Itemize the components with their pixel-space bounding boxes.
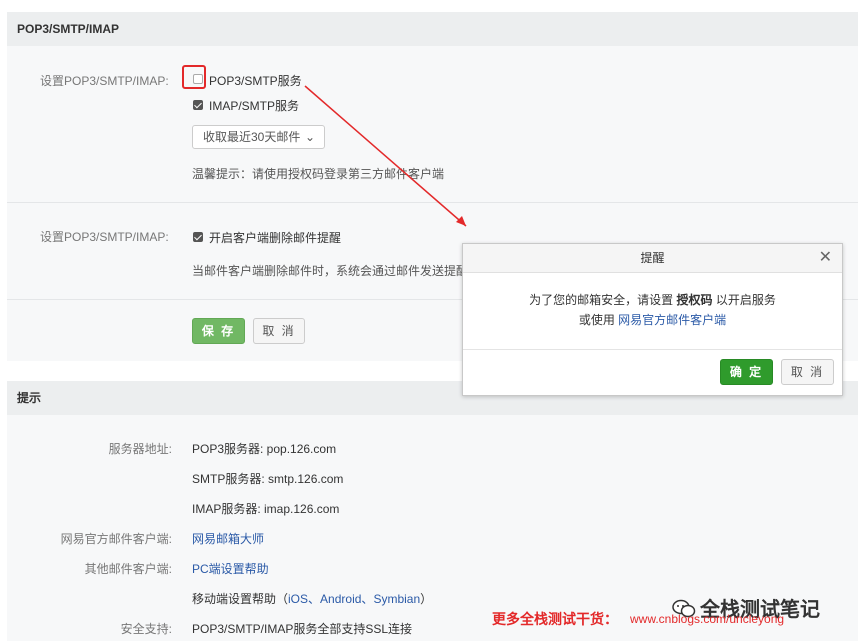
chevron-down-icon: ⌄: [304, 130, 315, 144]
pop-row1-label: 设置POP3/SMTP/IMAP:: [40, 74, 169, 88]
confirm-button[interactable]: 确 定: [720, 359, 773, 385]
annotation-highlight-box: [182, 65, 206, 89]
dialog-message: 为了您的邮箱安全，请设置 授权码 以开启服务 或使用 网易官方邮件客户端: [463, 290, 842, 330]
smtp-server: SMTP服务器: smtp.126.com: [192, 472, 344, 486]
dialog-header: 提醒 ✕: [463, 244, 842, 273]
dialog-line-2: 或使用 网易官方邮件客户端: [463, 310, 842, 330]
other-client-label: 其他邮件客户端:: [84, 562, 172, 576]
sync-range-select[interactable]: 收取最近30天邮件 ⌄: [192, 125, 325, 149]
dialog-divider: [463, 349, 842, 350]
dialog-title: 提醒: [640, 251, 665, 265]
official-client-label: 网易官方邮件客户端:: [60, 532, 172, 546]
section-divider: [7, 202, 858, 203]
mail-master-link[interactable]: 网易邮箱大师: [192, 530, 264, 547]
close-icon[interactable]: ✕: [819, 244, 832, 272]
symbian-link[interactable]: Symbian: [373, 592, 420, 606]
pc-setup-help-link[interactable]: PC端设置帮助: [192, 560, 269, 577]
pop-section-header: POP3/SMTP/IMAP: [7, 12, 858, 46]
dialog-line2-prefix: 或使用: [578, 313, 615, 327]
imap-smtp-option-label[interactable]: IMAP/SMTP服务: [209, 97, 299, 114]
mobile-setup-help: 移动端设置帮助（iOS、Android、Symbian）: [192, 590, 432, 607]
delete-reminder-description: 当邮件客户端删除邮件时，系统会通过邮件发送提醒: [192, 264, 462, 278]
cancel-button[interactable]: 取 消: [253, 318, 305, 344]
delete-reminder-label[interactable]: 开启客户端删除邮件提醒: [209, 229, 341, 246]
imap-server: IMAP服务器: imap.126.com: [192, 502, 340, 516]
separator: 、: [308, 592, 321, 606]
pop-smtp-option-label[interactable]: POP3/SMTP服务: [209, 72, 302, 89]
delete-reminder-checkbox[interactable]: [193, 232, 203, 242]
mobile-help-prefix: 移动端设置帮助（: [192, 592, 289, 606]
ios-link[interactable]: iOS: [288, 592, 308, 606]
imap-smtp-checkbox[interactable]: [193, 100, 203, 110]
save-button[interactable]: 保 存: [192, 318, 245, 344]
watermark-url: www.cnblogs.com/uncleyong: [630, 612, 785, 626]
watermark-promo: 更多全栈测试干货：: [492, 611, 618, 627]
pop3-server: POP3服务器: pop.126.com: [192, 442, 337, 456]
security-support-label: 安全支持:: [120, 622, 172, 636]
official-client-link[interactable]: 网易官方邮件客户端: [618, 313, 726, 327]
reminder-dialog: 提醒 ✕ 为了您的邮箱安全，请设置 授权码 以开启服务 或使用 网易官方邮件客户…: [462, 243, 843, 396]
dialog-line1-suffix: 以开启服务: [715, 293, 776, 307]
auth-code-tip: 温馨提示：请使用授权码登录第三方邮件客户端: [192, 167, 445, 181]
android-link[interactable]: Android: [320, 592, 361, 606]
pop-row2-label: 设置POP3/SMTP/IMAP:: [40, 230, 169, 244]
dialog-line-1: 为了您的邮箱安全，请设置 授权码 以开启服务: [463, 290, 842, 310]
separator: 、: [361, 592, 374, 606]
dialog-cancel-button[interactable]: 取 消: [781, 359, 834, 385]
dialog-line1-prefix: 为了您的邮箱安全，请设置: [529, 293, 674, 307]
server-address-label: 服务器地址:: [108, 442, 172, 456]
security-support-value: POP3/SMTP/IMAP服务全部支持SSL连接: [192, 622, 413, 636]
sync-range-value: 收取最近30天邮件: [203, 130, 301, 144]
mobile-help-suffix: ）: [420, 592, 433, 606]
auth-code-emphasis: 授权码: [676, 293, 713, 307]
